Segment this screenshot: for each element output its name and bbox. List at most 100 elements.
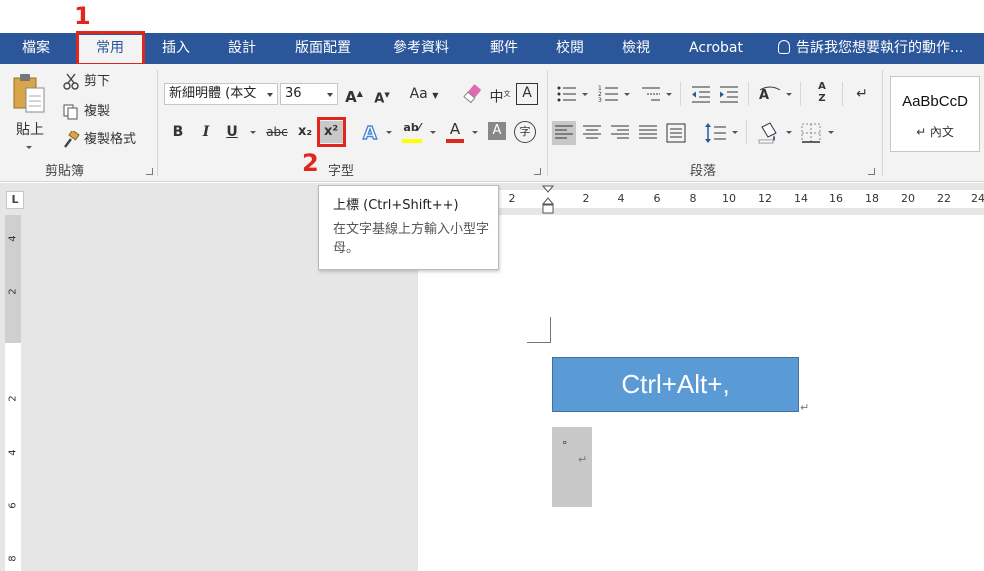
font-group-label: 字型	[328, 164, 355, 179]
vertical-ruler-tick-label: 6	[7, 502, 19, 509]
subscript-button[interactable]: x₂	[294, 121, 316, 143]
format-painter-label: 複製格式	[84, 132, 137, 147]
numbering-dropdown-icon[interactable]	[624, 93, 630, 96]
degree-symbol: °	[562, 439, 568, 452]
grow-font-button[interactable]: A▲	[344, 83, 364, 108]
ruler-tick-label: 8	[689, 192, 697, 205]
style-normal[interactable]: AaBbCcD ↵ 內文	[890, 76, 980, 152]
bullets-icon[interactable]	[556, 84, 578, 104]
distributed-icon[interactable]	[664, 121, 688, 145]
tab-insert[interactable]: 插入	[148, 33, 204, 64]
selected-text-block[interactable]: ° ↵	[552, 427, 592, 507]
highlight-dropdown-icon[interactable]	[430, 131, 436, 134]
enclose-characters-button[interactable]: 字	[514, 121, 536, 143]
multilevel-list-icon[interactable]	[640, 84, 662, 104]
lightbulb-icon	[778, 40, 790, 54]
grow-font-icon: A	[345, 88, 357, 106]
phonetic-guide-button[interactable]: 中文	[488, 83, 512, 109]
ruler-tick-label: 22	[937, 192, 951, 205]
change-case-icon: Aa	[409, 86, 428, 102]
strikethrough-button[interactable]: abc	[264, 121, 290, 143]
font-color-button[interactable]: A	[444, 120, 466, 145]
tooltip-title: 上標 (Ctrl+Shift++)	[333, 198, 459, 213]
line-spacing-icon[interactable]	[704, 121, 728, 145]
multilevel-list-dropdown-icon[interactable]	[666, 93, 672, 96]
decrease-indent-icon[interactable]	[690, 84, 712, 104]
tab-view[interactable]: 檢視	[608, 33, 664, 64]
character-shading-button[interactable]: A	[488, 122, 506, 140]
justify-icon[interactable]	[636, 121, 660, 145]
italic-button[interactable]: I	[196, 121, 216, 143]
tab-layout[interactable]: 版面配置	[280, 33, 366, 64]
font-size-combo[interactable]: 36	[280, 83, 338, 105]
paste-dropdown-icon[interactable]	[26, 146, 32, 149]
text-effects-icon[interactable]: A	[360, 121, 382, 143]
ruler-tick-label: 24	[971, 192, 984, 205]
borders-icon[interactable]	[800, 122, 822, 144]
tab-references[interactable]: 參考資料	[378, 33, 464, 64]
copy-label: 複製	[84, 104, 111, 119]
copy-button[interactable]: 複製	[60, 102, 120, 124]
shrink-font-button[interactable]: A▼	[372, 84, 392, 110]
paragraph-mark: ↵	[800, 401, 810, 414]
ruler-tick-label: 20	[901, 192, 915, 205]
highlight-box-superscript	[317, 117, 346, 147]
font-size-dropdown-icon	[327, 93, 333, 97]
bullets-dropdown-icon[interactable]	[582, 93, 588, 96]
indent-marker-icon[interactable]	[542, 185, 554, 215]
borders-dropdown-icon[interactable]	[828, 131, 834, 134]
tell-me-box[interactable]: 告訴我您想要執行的動作...	[778, 33, 963, 64]
ruler-tick-label: 18	[865, 192, 879, 205]
cut-label: 剪下	[84, 74, 111, 89]
shading-icon[interactable]	[756, 121, 780, 145]
cut-button[interactable]: 剪下	[60, 72, 120, 94]
bold-button[interactable]: B	[168, 121, 188, 143]
svg-text:3: 3	[598, 97, 602, 104]
underline-dropdown-icon[interactable]	[250, 131, 256, 134]
underline-button[interactable]: U	[222, 121, 242, 143]
clipboard-dialog-launcher[interactable]	[146, 168, 153, 175]
shortcut-text-box[interactable]: Ctrl+Alt+,	[552, 357, 799, 412]
ruler-tick-label: 6	[653, 192, 661, 205]
annotation-step-1: 1	[74, 2, 91, 30]
align-left-icon[interactable]	[552, 121, 576, 145]
font-color-dropdown-icon[interactable]	[472, 131, 478, 134]
style-preview-text: AaBbCcD	[902, 93, 968, 110]
font-name-combo[interactable]: 新細明體 (本文	[164, 83, 278, 105]
ruler-tick-label: 2	[582, 192, 590, 205]
font-size-value: 36	[285, 86, 302, 101]
line-spacing-dropdown-icon[interactable]	[732, 131, 738, 134]
tab-file[interactable]: 檔案	[8, 33, 64, 64]
tooltip-description: 在文字基線上方輸入小型字母。	[333, 222, 490, 256]
paragraph-dialog-launcher[interactable]	[868, 168, 875, 175]
align-center-icon[interactable]	[580, 121, 604, 145]
font-dialog-launcher[interactable]	[534, 168, 541, 175]
sort-button[interactable]: AZ	[810, 81, 834, 105]
highlight-button[interactable]: ab⁄	[400, 121, 424, 145]
tab-acrobat[interactable]: Acrobat	[678, 33, 754, 64]
increase-indent-icon[interactable]	[718, 84, 740, 104]
scissors-icon	[63, 73, 79, 90]
paste-button[interactable]: 貼上	[6, 70, 52, 156]
change-case-button[interactable]: Aa ▼	[404, 83, 444, 107]
ribbon-home: 貼上 剪下 複製 複製格式 剪貼簿 新細明體 (本文 36 A▲ A▼ Aa ▼…	[0, 64, 984, 182]
show-paragraph-marks-button[interactable]: ↵	[852, 83, 872, 105]
paragraph-group-label: 段落	[690, 164, 717, 179]
character-border-button[interactable]: A	[516, 83, 538, 105]
align-right-icon[interactable]	[608, 121, 632, 145]
tab-selector[interactable]: L	[6, 191, 24, 209]
numbering-icon[interactable]: 1 2 3	[598, 84, 620, 104]
annotation-step-2: 2	[302, 149, 319, 177]
tab-mailings[interactable]: 郵件	[476, 33, 532, 64]
clear-formatting-icon[interactable]	[462, 83, 484, 105]
shading-dropdown-icon[interactable]	[786, 131, 792, 134]
ruler-tick-label: 14	[794, 192, 808, 205]
text-effects-dropdown-icon[interactable]	[386, 131, 392, 134]
asian-layout-dropdown-icon[interactable]	[786, 93, 792, 96]
format-painter-button[interactable]: 複製格式	[60, 130, 150, 152]
asian-layout-icon[interactable]: A	[758, 84, 782, 104]
tab-review[interactable]: 校閱	[542, 33, 598, 64]
svg-text:A: A	[363, 123, 377, 143]
tab-design[interactable]: 設計	[214, 33, 270, 64]
group-separator	[680, 82, 681, 106]
